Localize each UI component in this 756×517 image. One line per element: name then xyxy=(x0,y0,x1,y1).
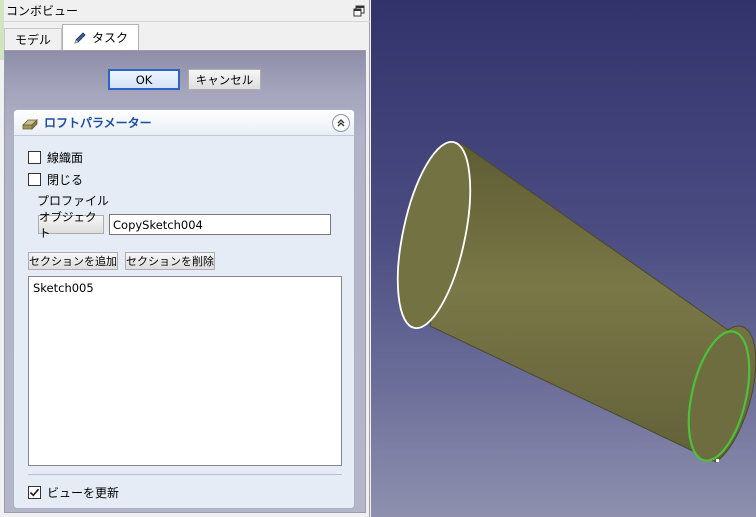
closed-checkbox[interactable] xyxy=(28,173,41,186)
update-view-option[interactable]: ビューを更新 xyxy=(28,484,119,501)
closed-label: 閉じる xyxy=(47,173,84,187)
tab-bar: モデル タスク xyxy=(4,24,140,50)
tab-task[interactable]: タスク xyxy=(62,24,140,50)
loft-parameters-header: ロフトパラメーター xyxy=(14,110,354,136)
loft-parameters-box: ロフトパラメーター 線織面 閉じる プロファイル オブジェクト セクション xyxy=(13,109,355,509)
ruled-surface-option[interactable]: 線織面 xyxy=(28,149,83,166)
ruled-surface-checkbox[interactable] xyxy=(28,151,41,164)
update-view-checkbox[interactable] xyxy=(28,486,41,499)
panel-title-bar: コンボビュー xyxy=(0,0,370,22)
checkmark-icon xyxy=(29,488,40,497)
tab-model-label: モデル xyxy=(15,33,52,47)
pencil-icon xyxy=(74,31,86,44)
3d-viewport[interactable] xyxy=(371,0,756,517)
float-window-icon[interactable] xyxy=(353,5,365,17)
loft-icon xyxy=(22,118,38,130)
cancel-button[interactable]: キャンセル xyxy=(188,69,261,90)
ruled-surface-label: 線織面 xyxy=(47,151,84,165)
tab-model[interactable]: モデル xyxy=(4,28,63,50)
combo-view-panel: コンボビュー モデル タスク OK キャンセル ロフトパラメーター 線織面 閉じ… xyxy=(0,0,370,517)
divider xyxy=(28,474,342,475)
profile-input[interactable] xyxy=(109,214,331,235)
object-button[interactable]: オブジェクト xyxy=(38,210,104,240)
task-panel: OK キャンセル ロフトパラメーター 線織面 閉じる プロファイル オブジェクト… xyxy=(4,50,366,513)
section-list[interactable]: Sketch005 xyxy=(28,276,342,466)
panel-title: コンボビュー xyxy=(6,4,79,18)
closed-option[interactable]: 閉じる xyxy=(28,171,83,188)
ok-button[interactable]: OK xyxy=(108,69,180,90)
double-chevron-up-icon xyxy=(337,119,345,127)
remove-section-button[interactable]: セクションを削除 xyxy=(125,252,215,270)
profile-label: プロファイル xyxy=(37,194,110,208)
add-section-button[interactable]: セクションを追加 xyxy=(28,252,118,270)
list-item[interactable]: Sketch005 xyxy=(33,280,337,296)
vertex-marker xyxy=(716,459,719,462)
loft-parameters-title: ロフトパラメーター xyxy=(44,116,152,130)
tab-task-label: タスク xyxy=(92,31,129,45)
update-view-label: ビューを更新 xyxy=(47,486,120,500)
loft-solid-render xyxy=(396,140,756,463)
collapse-button[interactable] xyxy=(332,114,350,132)
